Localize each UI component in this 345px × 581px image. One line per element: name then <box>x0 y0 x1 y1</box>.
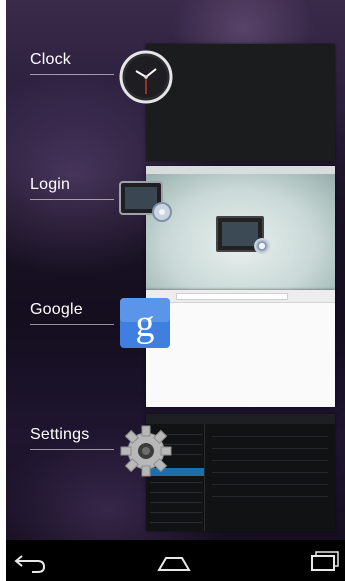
label-underline <box>30 449 114 450</box>
recent-app-login[interactable]: Login <box>6 166 345 303</box>
google-search-bar <box>146 290 335 303</box>
google-search-icon[interactable]: g <box>118 296 174 352</box>
login-thumbnail[interactable] <box>146 166 335 291</box>
svg-text:g: g <box>136 303 155 345</box>
gear-graphic <box>254 238 270 254</box>
back-icon[interactable] <box>12 548 48 574</box>
clock-icon[interactable] <box>118 49 174 105</box>
recent-app-clock[interactable]: Clock <box>6 44 345 178</box>
recents-icon[interactable] <box>304 548 340 574</box>
google-thumbnail[interactable] <box>146 290 335 407</box>
app-label-login: Login <box>30 176 71 193</box>
label-underline <box>30 324 114 325</box>
app-label-clock: Clock <box>30 51 72 68</box>
app-label-settings: Settings <box>30 426 90 443</box>
recent-app-google[interactable]: Google g <box>6 290 345 428</box>
settings-thumbnail[interactable] <box>146 414 335 531</box>
label-underline <box>30 199 114 200</box>
settings-action-bar <box>146 414 335 424</box>
app-label-google: Google <box>30 301 83 318</box>
login-app-icon[interactable] <box>118 178 174 234</box>
home-icon[interactable] <box>156 548 192 574</box>
navigation-bar <box>6 540 345 581</box>
clock-thumbnail[interactable] <box>146 44 335 161</box>
google-search-field <box>176 293 288 300</box>
gear-icon[interactable] <box>118 423 174 479</box>
recent-app-settings[interactable]: Settings <box>6 414 345 553</box>
recent-apps-screen: Clock Login Google g Settings <box>6 0 345 581</box>
label-underline <box>30 74 114 75</box>
